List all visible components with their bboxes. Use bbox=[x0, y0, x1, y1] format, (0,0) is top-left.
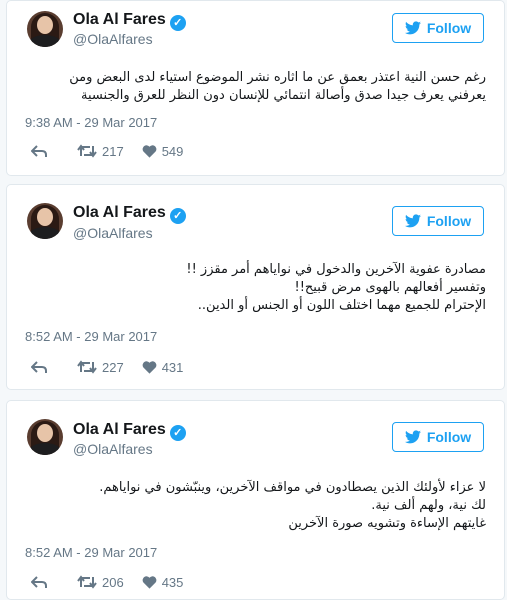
retweet-icon bbox=[77, 360, 97, 374]
reply-button[interactable] bbox=[31, 144, 49, 158]
follow-button[interactable]: Follow bbox=[392, 206, 484, 236]
like-button[interactable]: 549 bbox=[142, 143, 184, 159]
retweet-count: 206 bbox=[102, 574, 124, 590]
tweet-actions: 217 549 bbox=[31, 141, 183, 161]
author-name[interactable]: Ola Al Fares ✓ bbox=[73, 421, 186, 441]
tweet-card: Ola Al Fares ✓ @OlaAlfares Follow مصادرة … bbox=[6, 184, 505, 390]
timestamp[interactable]: 9:38 AM - 29 Mar 2017 bbox=[25, 115, 157, 130]
author-name[interactable]: Ola Al Fares ✓ bbox=[73, 204, 186, 224]
tweet-text-line: يعرفني يعرف جيدا صدق وأصالة انتمائي للإن… bbox=[81, 88, 486, 103]
retweet-button[interactable]: 227 bbox=[77, 360, 124, 375]
retweet-button[interactable]: 206 bbox=[77, 575, 124, 590]
like-count: 431 bbox=[161, 359, 184, 375]
author-name-text: Ola Al Fares bbox=[73, 204, 166, 221]
verified-icon: ✓ bbox=[169, 425, 186, 441]
avatar[interactable] bbox=[27, 11, 63, 47]
tweet-card: Ola Al Fares ✓ @OlaAlfares Follow رغم حسن… bbox=[6, 0, 505, 176]
follow-label: Follow bbox=[426, 20, 472, 36]
reply-button[interactable] bbox=[31, 360, 49, 374]
reply-button[interactable] bbox=[31, 575, 49, 589]
verified-icon: ✓ bbox=[169, 15, 186, 31]
tweet-card: Ola Al Fares ✓ @OlaAlfares Follow لا عزاء… bbox=[6, 400, 505, 600]
like-button[interactable]: 435 bbox=[142, 574, 184, 590]
twitter-bird-icon bbox=[404, 430, 421, 444]
tweet-actions: 227 431 bbox=[31, 357, 183, 377]
tweet-text-line: وتفسير أفعالهم بالهوى مرض قبيح!! bbox=[294, 280, 486, 295]
author-handle[interactable]: @OlaAlfares bbox=[73, 441, 153, 457]
tweet-text-line: مصادرة عفوية الآخرين والدخول في نواياهم … bbox=[186, 262, 486, 277]
retweet-count: 217 bbox=[102, 143, 124, 159]
tweet-text-line: لا عزاء لأولئك الذين يصطادون في مواقف ال… bbox=[99, 480, 486, 495]
author-handle[interactable]: @OlaAlfares bbox=[73, 31, 153, 47]
follow-label: Follow bbox=[426, 429, 472, 445]
timestamp[interactable]: 8:52 AM - 29 Mar 2017 bbox=[25, 329, 157, 344]
heart-icon bbox=[142, 145, 157, 158]
tweet-text: لا عزاء لأولئك الذين يصطادون في مواقف ال… bbox=[25, 479, 486, 533]
author-handle[interactable]: @OlaAlfares bbox=[73, 225, 153, 241]
tweet-text-line: لك نية، ولهم ألف نية. bbox=[371, 498, 486, 513]
tweet-text-line: الإحترام للجميع مهما اختلف اللون أو الجن… bbox=[197, 298, 486, 313]
reply-icon bbox=[31, 360, 47, 373]
tweet-text-line: رغم حسن النية اعتذر بعمق عن ما اثاره نشر… bbox=[69, 70, 486, 85]
avatar[interactable] bbox=[27, 419, 63, 455]
tweet-text-line: غايتهم الإساءة وتشويه صورة الآخرين bbox=[288, 516, 486, 531]
heart-icon bbox=[142, 576, 157, 589]
like-count: 549 bbox=[161, 143, 184, 159]
tweet-text: رغم حسن النية اعتذر بعمق عن ما اثاره نشر… bbox=[25, 69, 486, 105]
verified-icon: ✓ bbox=[169, 208, 186, 224]
like-count: 435 bbox=[161, 574, 184, 590]
retweet-count: 227 bbox=[102, 359, 124, 375]
like-button[interactable]: 431 bbox=[142, 359, 184, 375]
author-name[interactable]: Ola Al Fares ✓ bbox=[73, 11, 186, 31]
tweet-text: مصادرة عفوية الآخرين والدخول في نواياهم … bbox=[25, 261, 486, 315]
twitter-bird-icon bbox=[404, 214, 421, 228]
heart-icon bbox=[142, 361, 157, 374]
reply-icon bbox=[31, 575, 47, 588]
retweet-icon bbox=[77, 144, 97, 158]
follow-label: Follow bbox=[426, 213, 472, 229]
avatar[interactable] bbox=[27, 203, 63, 239]
twitter-bird-icon bbox=[404, 21, 421, 35]
author-name-text: Ola Al Fares bbox=[73, 421, 166, 438]
author-name-text: Ola Al Fares bbox=[73, 11, 166, 28]
follow-button[interactable]: Follow bbox=[392, 422, 484, 452]
retweet-button[interactable]: 217 bbox=[77, 144, 124, 159]
reply-icon bbox=[31, 144, 47, 157]
tweet-actions: 206 435 bbox=[31, 572, 183, 592]
retweet-icon bbox=[77, 575, 97, 589]
follow-button[interactable]: Follow bbox=[392, 13, 484, 43]
timestamp[interactable]: 8:52 AM - 29 Mar 2017 bbox=[25, 545, 157, 560]
